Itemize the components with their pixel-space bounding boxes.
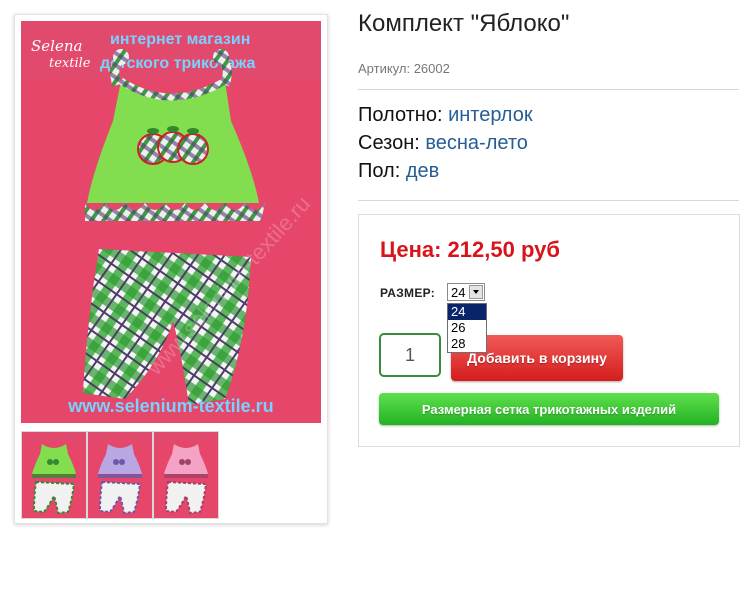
size-chart-button[interactable]: Размерная сетка трикотажных изделий — [379, 393, 719, 425]
size-select-value: 24 — [451, 285, 466, 300]
divider-bottom — [358, 200, 739, 201]
attribute-fabric: Полотно: интерлок — [358, 104, 533, 127]
photo-url-caption: www.selenium-textile.ru — [67, 396, 273, 416]
attribute-label: Пол: — [358, 160, 401, 182]
chevron-down-icon[interactable] — [469, 285, 483, 299]
attribute-gender: Пол: дев — [358, 160, 439, 183]
attribute-season: Сезон: весна-лето — [358, 132, 528, 155]
attribute-label: Полотно: — [358, 104, 443, 126]
size-option[interactable]: 24 — [448, 304, 486, 320]
product-sku: Артикул: 26002 — [358, 61, 450, 76]
shop-tagline-1: интернет магазин — [110, 31, 250, 48]
size-label: РАЗМЕР: — [380, 286, 436, 300]
attribute-value: весна-лето — [425, 132, 528, 154]
size-option[interactable]: 28 — [448, 336, 486, 352]
size-select[interactable]: 24 — [447, 283, 485, 301]
size-option[interactable]: 26 — [448, 320, 486, 336]
thumbnail-green[interactable] — [21, 431, 87, 519]
product-image-card: Selena textile интернет магазин детского… — [14, 14, 328, 524]
attribute-label: Сезон: — [358, 132, 420, 154]
quantity-input[interactable] — [379, 333, 441, 377]
svg-text:textile: textile — [49, 56, 91, 71]
size-dropdown-list: 24 26 28 — [447, 303, 487, 353]
thumbnail-pink[interactable] — [153, 431, 219, 519]
attribute-value: дев — [405, 160, 440, 182]
product-price: Цена: 212,50 руб — [380, 237, 560, 262]
attribute-value: интерлок — [448, 104, 533, 126]
svg-text:Selena: Selena — [31, 37, 82, 55]
purchase-panel: Цена: 212,50 руб РАЗМЕР: 24 24 26 28 Доб… — [358, 214, 740, 447]
thumbnail-lilac[interactable] — [87, 431, 153, 519]
divider-top — [358, 89, 739, 90]
main-product-photo[interactable]: Selena textile интернет магазин детского… — [21, 21, 321, 423]
product-title: Комплект "Яблоко" — [358, 10, 570, 37]
